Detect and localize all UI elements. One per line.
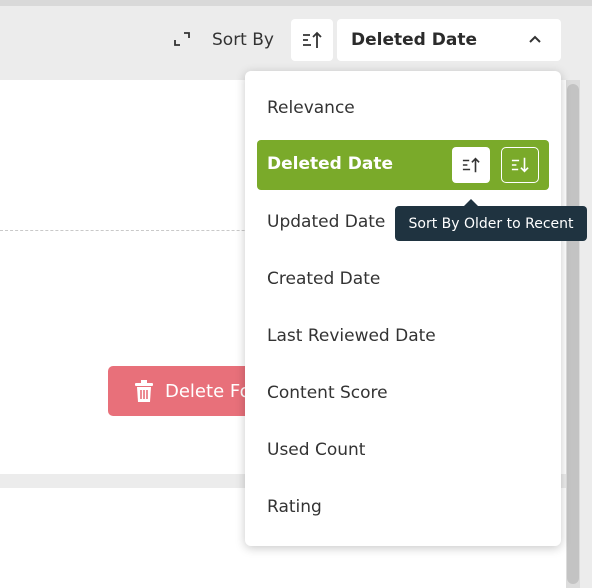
menu-item-relevance[interactable]: Relevance (267, 98, 355, 118)
sort-menu: Relevance Deleted Date Updated Date Crea… (245, 71, 561, 546)
expand-icon[interactable] (172, 30, 192, 48)
menu-item-used-count[interactable]: Used Count (267, 440, 365, 460)
menu-item-content-score[interactable]: Content Score (267, 383, 388, 403)
menu-item-created-date[interactable]: Created Date (267, 269, 380, 289)
sort-ascending-icon (303, 31, 322, 48)
tooltip-arrow (464, 199, 478, 206)
menu-item-label: Deleted Date (267, 154, 393, 174)
menu-item-updated-date[interactable]: Updated Date (267, 212, 385, 232)
chevron-up-icon (529, 35, 541, 43)
top-strip (0, 0, 592, 6)
delete-button[interactable]: Delete Fo (108, 366, 268, 416)
sort-select[interactable]: Deleted Date (337, 19, 561, 61)
sort-select-value: Deleted Date (351, 30, 477, 50)
sort-direction-button[interactable] (291, 19, 333, 61)
sort-descending-icon (511, 157, 529, 173)
sort-ascending-icon (462, 157, 480, 173)
scrollbar-thumb[interactable] (567, 84, 579, 584)
menu-item-last-reviewed-date[interactable]: Last Reviewed Date (267, 326, 436, 346)
sort-ascending-button[interactable] (452, 147, 490, 183)
menu-item-rating[interactable]: Rating (267, 497, 322, 517)
sort-by-label: Sort By (212, 30, 274, 50)
sort-tooltip: Sort By Older to Recent (395, 206, 587, 241)
trash-icon (135, 380, 153, 402)
sort-descending-button[interactable] (501, 147, 539, 183)
menu-item-deleted-date[interactable]: Deleted Date (257, 140, 549, 190)
delete-button-label: Delete Fo (165, 380, 251, 402)
